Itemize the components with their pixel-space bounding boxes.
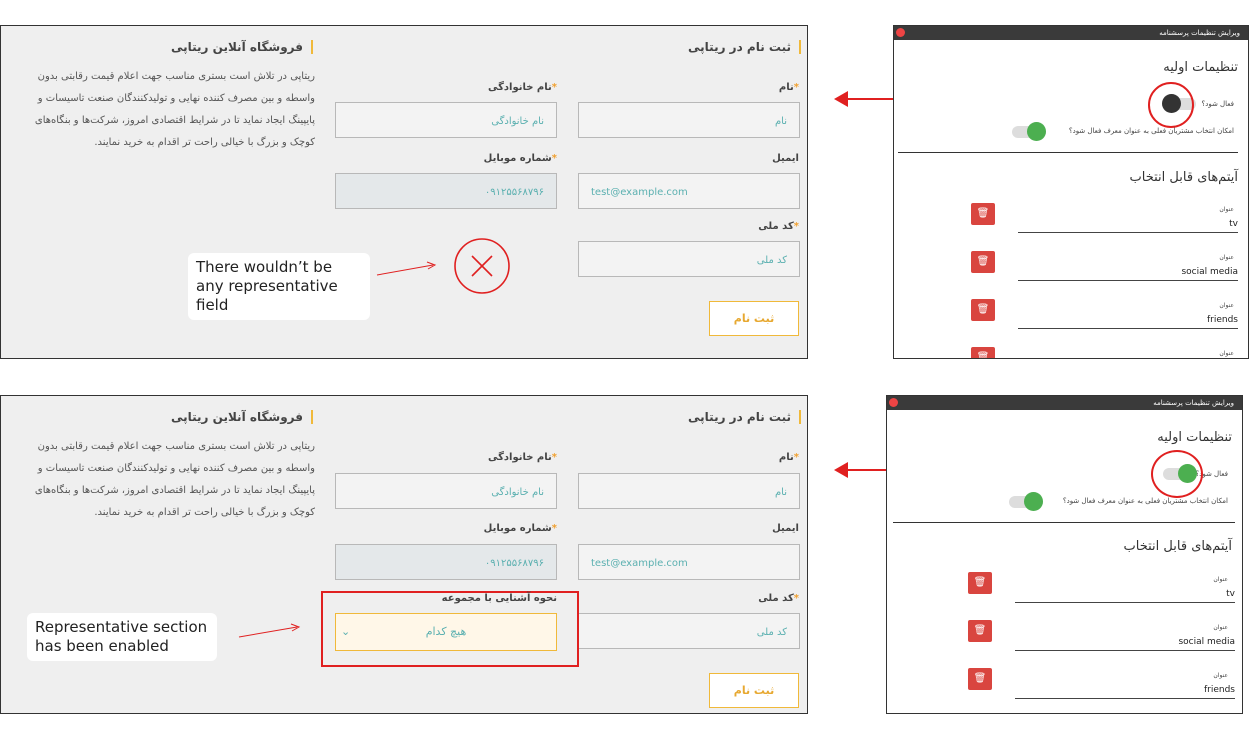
representative-toggle-knob[interactable]: [1024, 492, 1043, 511]
item-input[interactable]: tv: [1015, 589, 1235, 603]
national-code-input[interactable]: کد ملی: [578, 241, 800, 277]
panel-title-bar: ویرایش تنظیمات پرسشنامه: [894, 26, 1248, 40]
settings-panel-off: ویرایش تنظیمات پرسشنامه تنظیمات اولیه فع…: [893, 25, 1249, 359]
shop-title: فروشگاه آنلاین ریتاپی: [171, 410, 313, 424]
email-label: ایمیل: [772, 523, 799, 534]
no-field-cross-icon: [454, 238, 510, 294]
item-input[interactable]: friends: [1015, 685, 1235, 699]
item-input[interactable]: tv: [1018, 219, 1238, 233]
annotation-note-top: There wouldn’t be any representative fie…: [188, 253, 370, 320]
highlight-circle-toggle: [1148, 82, 1194, 128]
item-input[interactable]: friends: [1018, 315, 1238, 329]
last-name-input[interactable]: نام خانوادگی: [335, 102, 557, 138]
panel-divider: [898, 152, 1238, 153]
national-code-label: *کد ملی: [758, 221, 799, 232]
submit-button[interactable]: ثبت نام: [709, 673, 799, 708]
item-field-label: عنوان: [1213, 576, 1228, 583]
basic-settings-title: تنظیمات اولیه: [1163, 60, 1238, 75]
item-field-label: عنوان: [1219, 254, 1234, 261]
delete-item-button[interactable]: 🗑: [968, 572, 992, 594]
settings-panel-on: ویرایش تنظیمات پرسشنامه تنظیمات اولیه فع…: [886, 395, 1243, 714]
national-code-input[interactable]: کد ملی: [578, 613, 800, 649]
first-name-label: *نام: [778, 452, 799, 463]
representative-toggle-label: امکان انتخاب مشتریان فعلی به عنوان معرف …: [1062, 497, 1228, 505]
representative-select-value: هیچ کدام: [425, 625, 467, 638]
last-name-input[interactable]: نام خانوادگی: [335, 473, 557, 509]
panel-title-bar: ویرایش تنظیمات پرسشنامه: [887, 396, 1242, 410]
submit-button[interactable]: ثبت نام: [709, 301, 799, 336]
mobile-label: *شماره موبایل: [483, 523, 557, 534]
representative-select[interactable]: هیچ کدام ⌄: [335, 613, 557, 651]
highlight-circle-toggle: [1151, 450, 1203, 498]
item-field-label: عنوان: [1219, 350, 1234, 357]
mobile-input[interactable]: ۰۹۱۲۵۵۶۸۷۹۶: [335, 544, 557, 580]
shop-title: فروشگاه آنلاین ریتاپی: [171, 40, 313, 54]
delete-item-button[interactable]: 🗑: [971, 347, 995, 358]
annotation-note-bottom: Representative section has been enabled: [27, 613, 217, 661]
first-name-label: *نام: [778, 82, 799, 93]
register-title: ثبت نام در ریتاپی: [651, 40, 801, 54]
item-field-label: عنوان: [1219, 206, 1234, 213]
delete-item-button[interactable]: 🗑: [968, 620, 992, 642]
close-dot-icon[interactable]: [889, 398, 898, 407]
delete-item-button[interactable]: 🗑: [971, 251, 995, 273]
mobile-label: *شماره موبایل: [483, 153, 557, 164]
delete-item-button[interactable]: 🗑: [968, 668, 992, 690]
representative-toggle-knob[interactable]: [1027, 122, 1046, 141]
panel-divider: [893, 522, 1235, 523]
chevron-down-icon: ⌄: [341, 625, 351, 638]
representative-toggle-label: امکان انتخاب مشتریان فعلی به عنوان معرف …: [1068, 127, 1234, 135]
basic-settings-title: تنظیمات اولیه: [1157, 430, 1232, 445]
item-field-label: عنوان: [1213, 672, 1228, 679]
representative-label: نحوه آشنایی با مجموعه: [441, 593, 557, 604]
items-title: آیتم‌های قابل انتخاب: [1123, 539, 1232, 554]
annotation-pointer-arrow: [376, 261, 437, 276]
mobile-input[interactable]: ۰۹۱۲۵۵۶۸۷۹۶: [335, 173, 557, 209]
delete-item-button[interactable]: 🗑: [971, 203, 995, 225]
first-name-input[interactable]: نام: [578, 473, 800, 509]
items-title: آیتم‌های قابل انتخاب: [1129, 170, 1238, 185]
item-input[interactable]: social media: [1015, 637, 1235, 651]
active-toggle-label: فعال شود؟: [1201, 100, 1234, 108]
email-input[interactable]: test@example.com: [578, 544, 800, 580]
item-input[interactable]: social media: [1018, 267, 1238, 281]
registration-form-disabled: فروشگاه آنلاین ریتاپی ثبت نام در ریتاپی …: [0, 25, 808, 359]
item-field-label: عنوان: [1219, 302, 1234, 309]
last-name-label: *نام خانوادگی: [487, 82, 557, 93]
shop-description: ریتاپی در تلاش است بستری مناسب جهت اعلام…: [34, 441, 315, 518]
national-code-label: *کد ملی: [758, 593, 799, 604]
first-name-input[interactable]: نام: [578, 102, 800, 138]
close-dot-icon[interactable]: [896, 28, 905, 37]
email-input[interactable]: test@example.com: [578, 173, 800, 209]
shop-description: ریتاپی در تلاش است بستری مناسب جهت اعلام…: [34, 71, 315, 148]
register-title: ثبت نام در ریتاپی: [651, 410, 801, 424]
email-label: ایمیل: [772, 153, 799, 164]
registration-form-enabled: فروشگاه آنلاین ریتاپی ثبت نام در ریتاپی …: [0, 395, 808, 714]
last-name-label: *نام خانوادگی: [487, 452, 557, 463]
annotation-pointer-arrow: [238, 623, 301, 638]
delete-item-button[interactable]: 🗑: [971, 299, 995, 321]
item-field-label: عنوان: [1213, 624, 1228, 631]
